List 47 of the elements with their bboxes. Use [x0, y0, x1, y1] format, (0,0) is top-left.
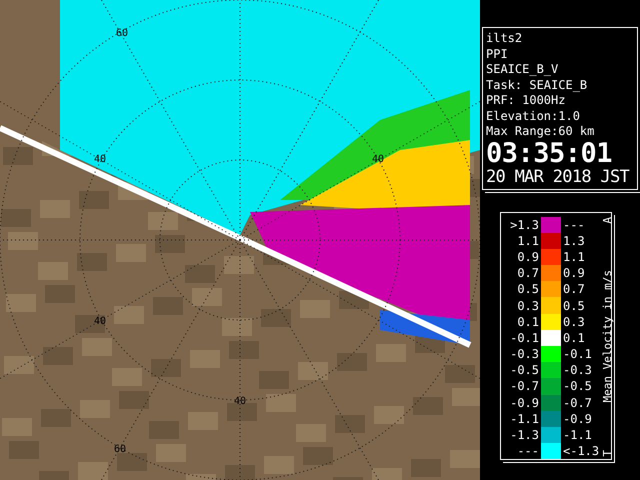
legend-value: -0.1 [509, 330, 540, 345]
range-label: 60 [116, 28, 128, 39]
legend-value: -1.1 [509, 412, 540, 426]
legend-value: -0.7 [562, 396, 593, 410]
legend-value: 0.7 [516, 266, 540, 280]
range-label: 40 [94, 154, 106, 165]
legend-value: -0.9 [562, 412, 593, 426]
legend-value: 0.9 [562, 266, 586, 280]
legend-value: 0.3 [562, 314, 586, 329]
legend-value: -1.1 [562, 428, 593, 442]
legend-value: 0.1 [516, 314, 540, 329]
legend-value: -0.5 [509, 363, 540, 378]
legend-mark: A [600, 216, 614, 224]
info-line: PRF: 1000Hz [486, 93, 566, 108]
date-text: 20 MAR 2018 JST [486, 168, 630, 186]
range-label: 60 [114, 444, 126, 455]
range-label: 40 [234, 396, 246, 407]
legend-value: -0.5 [562, 379, 593, 394]
info-line: SEAICE_B_V [486, 62, 560, 78]
legend-value: -0.3 [509, 347, 540, 362]
legend-value: 0.1 [562, 330, 586, 345]
legend-value: 0.9 [516, 250, 540, 264]
legend-value: --- [562, 218, 586, 232]
time-text: 03:35:01 [486, 140, 614, 168]
info-line: Task: SEAICE_B [486, 78, 588, 93]
legend-value: 1.3 [562, 234, 586, 248]
legend-value: >1.3 [509, 218, 540, 232]
legend-mark: T [600, 450, 614, 456]
info-line: Max Range:60 km [486, 124, 596, 140]
info-line: ilts2 [486, 31, 524, 46]
legend-value: 0.3 [516, 298, 540, 313]
legend-value: 0.7 [562, 282, 586, 296]
legend-value: 1.1 [516, 234, 540, 248]
legend-value: -0.3 [562, 363, 593, 378]
legend-value: 0.5 [562, 298, 586, 313]
legend-value: -0.9 [509, 396, 540, 410]
legend-value: 1.1 [562, 250, 586, 264]
legend-value: 0.5 [516, 282, 540, 296]
info-line: Elevation:1.0 [486, 108, 581, 124]
legend-value: -0.1 [562, 347, 593, 362]
legend-value: --- [516, 444, 540, 458]
legend-title: Mean Velocity in m/s [600, 270, 614, 403]
legend-value: -0.7 [509, 379, 540, 394]
legend-value: <-1.3 [562, 444, 600, 458]
info-line: PPI [486, 46, 509, 62]
legend-value: -1.3 [509, 428, 540, 442]
range-label: 40 [94, 316, 106, 327]
